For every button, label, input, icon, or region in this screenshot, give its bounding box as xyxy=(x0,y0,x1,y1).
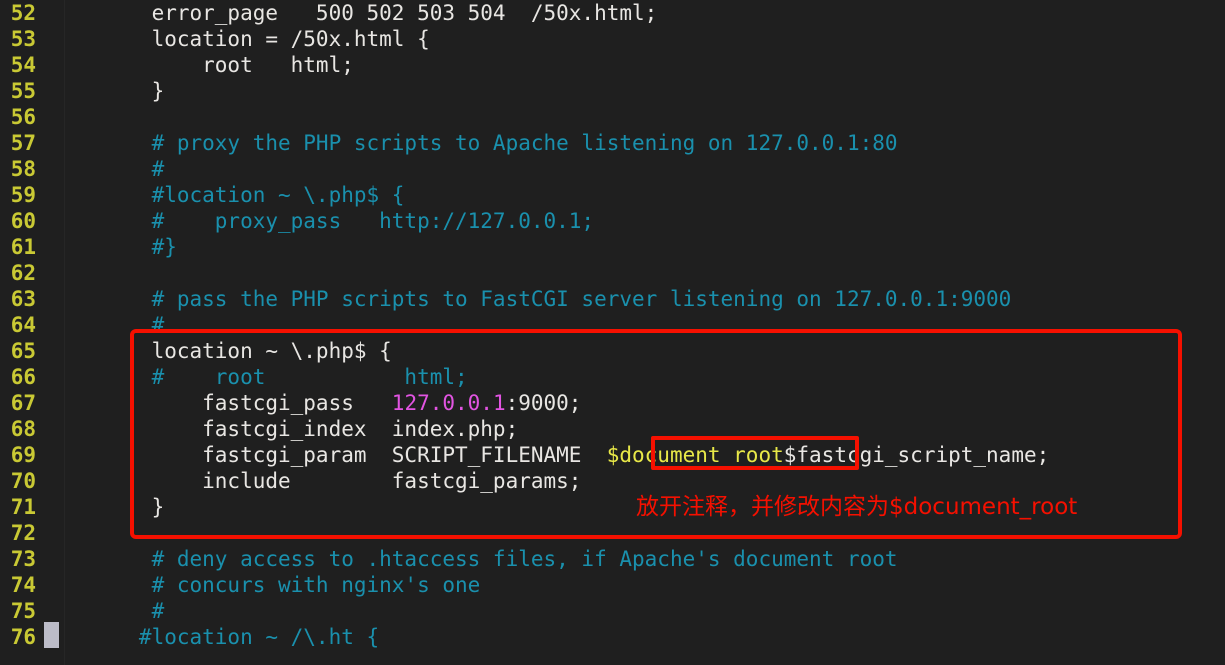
code-line[interactable]: root html; xyxy=(101,52,1225,78)
code-content[interactable]: error_page 500 502 503 504 /50x.html; lo… xyxy=(101,0,1225,665)
line-number: 62 xyxy=(10,261,36,285)
line-number: 72 xyxy=(10,521,36,545)
code-token: # deny access to .htaccess files, if Apa… xyxy=(101,547,898,571)
code-token: #location ~ /\.ht { xyxy=(101,625,380,649)
line-number: 69 xyxy=(10,443,36,467)
code-line[interactable] xyxy=(101,520,1225,546)
code-line[interactable]: location = /50x.html { xyxy=(101,26,1225,52)
line-number: 65 xyxy=(10,339,36,363)
code-token: # pass the PHP scripts to FastCGI server… xyxy=(101,287,1012,311)
line-number: 56 xyxy=(10,105,36,129)
code-line[interactable]: include fastcgi_params; xyxy=(101,468,1225,494)
code-token: # xyxy=(101,313,165,337)
code-token: } xyxy=(101,79,165,103)
line-number: 59 xyxy=(10,183,36,207)
line-number: 68 xyxy=(10,417,36,441)
line-number: 63 xyxy=(10,287,36,311)
line-number: 67 xyxy=(10,391,36,415)
code-token: 127.0.0.1 xyxy=(391,391,506,415)
code-line[interactable]: # xyxy=(101,156,1225,182)
code-line[interactable]: # proxy the PHP scripts to Apache listen… xyxy=(101,130,1225,156)
code-line[interactable]: # xyxy=(101,312,1225,338)
line-number: 54 xyxy=(10,53,36,77)
line-number: 73 xyxy=(10,547,36,571)
code-line[interactable]: fastcgi_index index.php; xyxy=(101,416,1225,442)
line-number: 70 xyxy=(10,469,36,493)
line-number: 60 xyxy=(10,209,36,233)
code-line[interactable]: # proxy_pass http://127.0.0.1; xyxy=(101,208,1225,234)
code-line[interactable] xyxy=(101,260,1225,286)
code-token: # proxy_pass http://127.0.0.1; xyxy=(101,209,595,233)
line-number: 52 xyxy=(10,1,36,25)
code-line[interactable]: #location ~ /\.ht { xyxy=(101,624,1225,650)
code-token: error_page 500 502 503 504 /50x.html; xyxy=(101,1,658,25)
code-line[interactable]: location ~ \.php$ { xyxy=(101,338,1225,364)
code-line[interactable]: # root html; xyxy=(101,364,1225,390)
line-number: 64 xyxy=(10,313,36,337)
code-line[interactable]: # deny access to .htaccess files, if Apa… xyxy=(101,546,1225,572)
code-token: # concurs with nginx's one xyxy=(101,573,481,597)
code-line[interactable] xyxy=(101,104,1225,130)
code-token: fastcgi_param SCRIPT_FILENAME xyxy=(101,443,607,467)
code-line[interactable]: fastcgi_param SCRIPT_FILENAME $document_… xyxy=(101,442,1225,468)
code-token: location ~ \.php$ { xyxy=(101,339,392,363)
code-line[interactable]: #} xyxy=(101,234,1225,260)
line-number: 58 xyxy=(10,157,36,181)
code-editor[interactable]: 52 53 54 55 56 57 58 59 60 61 62 63 64 65 66 67 68 69 70 71… xyxy=(0,0,1225,665)
code-token: #location ~ \.php$ { xyxy=(101,183,405,207)
code-token: # proxy the PHP scripts to Apache listen… xyxy=(101,131,898,155)
line-number-gutter: 52 53 54 55 56 57 58 59 60 61 62 63 64 65 66 67 68 69 70 71… xyxy=(0,0,40,665)
code-line[interactable]: error_page 500 502 503 504 /50x.html; xyxy=(101,0,1225,26)
code-token: include fastcgi_params; xyxy=(101,469,582,493)
annotation-note-text: 放开注释，并修改内容为$document_root xyxy=(636,494,1078,520)
line-number: 74 xyxy=(10,573,36,597)
code-line[interactable]: fastcgi_pass 127.0.0.1:9000; xyxy=(101,390,1225,416)
line-number: 55 xyxy=(10,79,36,103)
code-line[interactable]: # xyxy=(101,598,1225,624)
code-token: } xyxy=(101,495,165,519)
code-token: location = /50x.html { xyxy=(101,27,430,51)
gutter-separator xyxy=(64,0,65,665)
text-cursor xyxy=(44,622,59,648)
code-token: fastcgi_index index.php; xyxy=(101,417,519,441)
code-token: #} xyxy=(101,235,177,259)
code-token: :9000; xyxy=(505,391,582,415)
line-number: 75 xyxy=(10,599,36,623)
code-token: $document_root xyxy=(606,443,784,467)
line-number: 57 xyxy=(10,131,36,155)
code-token: $fastcgi_script_name; xyxy=(783,443,1050,467)
code-line[interactable]: # pass the PHP scripts to FastCGI server… xyxy=(101,286,1225,312)
code-token: # root html; xyxy=(101,365,468,389)
line-number: 71 xyxy=(10,495,36,519)
code-line[interactable]: } xyxy=(101,78,1225,104)
code-token: # xyxy=(101,157,165,181)
code-line[interactable]: #location ~ \.php$ { xyxy=(101,182,1225,208)
line-number: 53 xyxy=(10,27,36,51)
line-number: 61 xyxy=(10,235,36,259)
code-line[interactable]: # concurs with nginx's one xyxy=(101,572,1225,598)
code-token: # xyxy=(101,599,165,623)
fold-column xyxy=(40,0,64,665)
code-token: root html; xyxy=(101,53,354,77)
code-token: fastcgi_pass xyxy=(101,391,392,415)
line-number: 76 xyxy=(10,625,36,649)
line-number: 66 xyxy=(10,365,36,389)
